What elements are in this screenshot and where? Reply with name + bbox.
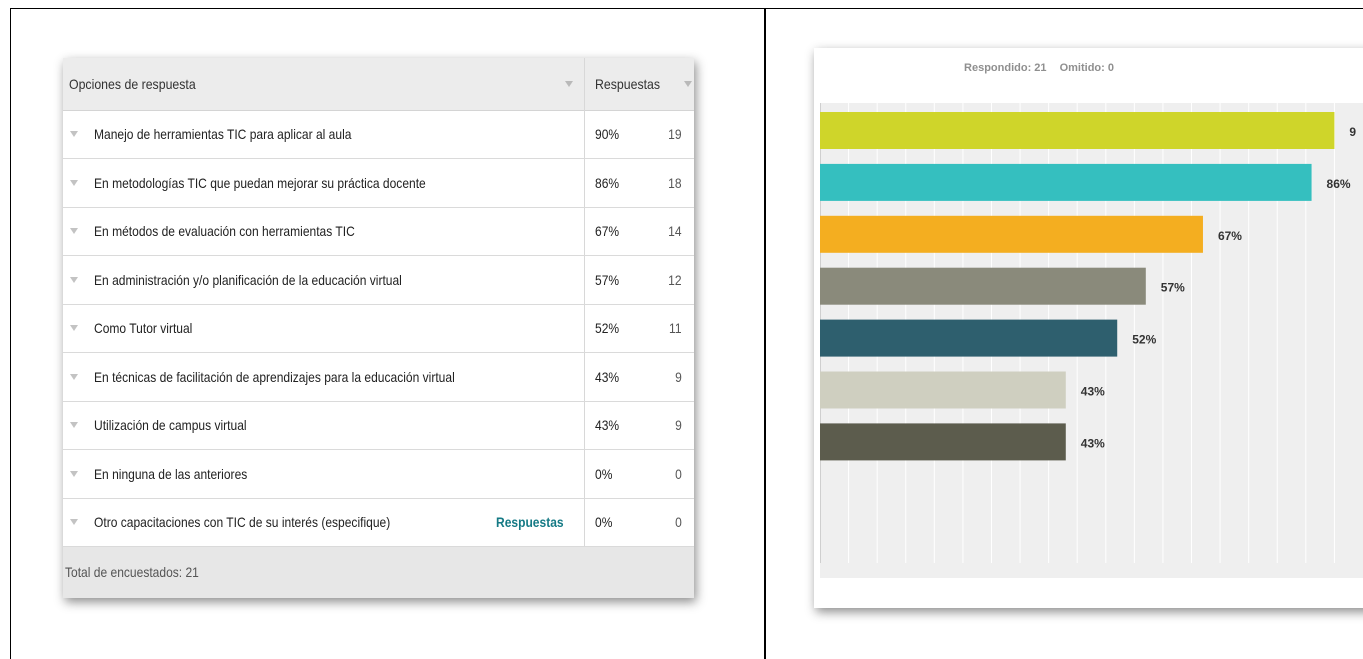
- row-expand-icon[interactable]: [70, 228, 78, 234]
- row-count: 19: [668, 126, 682, 142]
- row-percentage: 43%: [595, 417, 620, 433]
- row-option-label: Otro capacitaciones con TIC de su interé…: [94, 514, 391, 530]
- bar-value-label: 52%: [1132, 333, 1156, 347]
- row-expand-icon[interactable]: [70, 470, 78, 477]
- row-count: 9: [675, 368, 682, 385]
- table-row: En metodologías TIC que puedan mejorar s…: [63, 159, 694, 208]
- row-option-label: Manejo de herramientas TIC para aplicar …: [94, 126, 352, 142]
- bar-value-label: 57%: [1161, 281, 1185, 295]
- bar-chart: 986%67%57%52%43%43%0%10%20%30%40%50%60%7…: [820, 103, 1356, 563]
- row-count: 9: [675, 417, 682, 433]
- table-row: Otro capacitaciones con TIC de su interé…: [63, 498, 694, 547]
- row-count: 0: [675, 465, 682, 482]
- row-percentage: 90%: [595, 126, 620, 142]
- table-header: Opciones de respuesta Respuestas: [63, 58, 694, 111]
- header-responses-label: Respuestas: [595, 76, 661, 92]
- row-percentage: 57%: [595, 271, 620, 288]
- row-expand-icon[interactable]: [70, 519, 78, 525]
- chart-plot-area: 986%67%57%52%43%43%0%10%20%30%40%50%60%7…: [820, 103, 1363, 578]
- bar[interactable]: [820, 163, 1312, 201]
- header-options-label: Opciones de respuesta: [69, 76, 196, 92]
- table-footer: Total de encuestados: 21: [63, 547, 694, 598]
- row-expand-icon[interactable]: [70, 131, 78, 137]
- table-row: En administración y/o planificación de l…: [63, 256, 694, 305]
- row-percentage: 86%: [595, 174, 620, 191]
- row-option-label: En técnicas de facilitación de aprendiza…: [94, 368, 455, 385]
- bar-value-label: 43%: [1081, 385, 1105, 399]
- row-option-label: En ninguna de las anteriores: [94, 465, 248, 482]
- row-expand-icon[interactable]: [70, 325, 78, 331]
- row-percentage: 52%: [595, 320, 620, 336]
- skipped-count: Omitido: 0: [1059, 62, 1114, 74]
- bar-value-label: 9: [1349, 125, 1356, 139]
- table-row: Como Tutor virtual 52% 11: [63, 304, 694, 353]
- bar-value-label: 86%: [1327, 177, 1351, 191]
- responses-table: Opciones de respuesta Respuestas Manejo …: [63, 58, 694, 598]
- bar[interactable]: [820, 319, 1118, 357]
- bar-value-label: 67%: [1218, 229, 1242, 243]
- bar[interactable]: [820, 112, 1335, 149]
- bar[interactable]: [820, 423, 1066, 461]
- bar-value-label: 43%: [1081, 436, 1105, 450]
- bar[interactable]: [820, 267, 1146, 305]
- row-expand-icon[interactable]: [70, 422, 78, 428]
- row-option-label: Como Tutor virtual: [94, 320, 193, 336]
- row-option-label: En metodologías TIC que puedan mejorar s…: [94, 174, 426, 191]
- row-percentage: 0%: [595, 465, 613, 482]
- table-row: Utilización de campus virtual 43% 9: [63, 401, 694, 450]
- row-count: 14: [668, 223, 682, 239]
- row-option-label: En administración y/o planificación de l…: [94, 271, 402, 288]
- table-row: En técnicas de facilitación de aprendiza…: [63, 353, 694, 402]
- table-row: En ninguna de las anteriores 0% 0: [63, 450, 694, 499]
- answered-count: Respondido: 21: [964, 62, 1047, 74]
- row-percentage: 67%: [595, 223, 620, 239]
- chart-header: Respondido: 21 Omitido: 0: [814, 62, 1264, 74]
- bar[interactable]: [820, 215, 1203, 253]
- row-percentage: 43%: [595, 368, 620, 385]
- row-expand-icon[interactable]: [70, 373, 78, 380]
- row-count: 11: [669, 320, 682, 336]
- row-percentage: 0%: [595, 514, 613, 530]
- sort-options-icon[interactable]: [565, 81, 573, 87]
- row-count: 18: [668, 174, 682, 191]
- table-row: En métodos de evaluación con herramienta…: [63, 207, 694, 256]
- row-expand-icon[interactable]: [70, 179, 78, 186]
- responses-link[interactable]: Respuestas: [496, 498, 564, 546]
- row-count: 12: [668, 271, 682, 288]
- row-expand-icon[interactable]: [70, 276, 78, 283]
- panel-divider: [764, 8, 766, 659]
- row-option-label: Utilización de campus virtual: [94, 417, 247, 433]
- row-count: 0: [675, 514, 682, 530]
- sort-responses-icon[interactable]: [684, 81, 692, 87]
- row-option-label: En métodos de evaluación con herramienta…: [94, 223, 355, 239]
- total-respondents: Total de encuestados: 21: [65, 564, 199, 580]
- bar[interactable]: [820, 371, 1066, 409]
- table-row: Manejo de herramientas TIC para aplicar …: [63, 110, 694, 159]
